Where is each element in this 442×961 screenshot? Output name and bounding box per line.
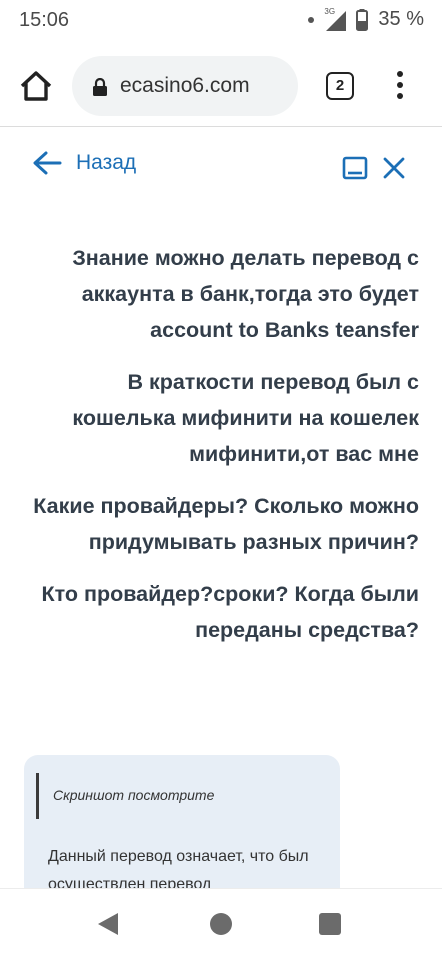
address-bar[interactable]: ecasino6.com [72,56,298,116]
message-list: Знание можно делать перевод с аккаунта в… [24,240,419,648]
url-text[interactable]: ecasino6.com [120,74,290,98]
chat-message: Какие провайдеры? Сколько можно придумыв… [33,494,419,554]
clock: 15:06 [19,9,70,31]
signal-icon: 3G [324,6,347,31]
chat-message: Кто провайдер?сроки? Когда были переданы… [41,582,420,642]
back-button[interactable]: Назад [32,150,136,176]
chat-message: Знание можно делать перевод с аккаунта в… [72,246,419,342]
battery-icon [356,8,369,31]
quote-text: Скриншот посмотрите [53,787,215,803]
network-type-label: 3G [324,6,336,16]
nav-recents-icon[interactable] [319,913,341,935]
more-menu-icon[interactable] [390,68,410,104]
minimize-window-icon[interactable] [342,156,368,180]
browser-toolbar: ecasino6.com 2 [0,44,442,126]
toolbar-divider [0,126,442,127]
close-icon[interactable] [382,156,406,180]
tab-switcher-button[interactable]: 2 [326,72,354,100]
status-bar: 15:06 3G 35 % [0,0,442,44]
nav-home-icon[interactable] [210,913,232,935]
nav-back-icon[interactable] [96,912,120,936]
back-label: Назад [76,151,137,174]
notification-dot-icon [308,16,315,23]
chat-message: В краткости перевод был с кошелька мифин… [72,370,419,466]
battery-percent: 35 % [378,8,424,30]
arrow-left-icon [33,151,62,175]
system-navigation-bar [0,888,442,961]
quoted-message: Скриншот посмотрите [36,773,214,819]
lock-icon [93,78,107,96]
status-icons: 3G 35 % [308,6,424,31]
home-icon[interactable] [18,68,54,104]
